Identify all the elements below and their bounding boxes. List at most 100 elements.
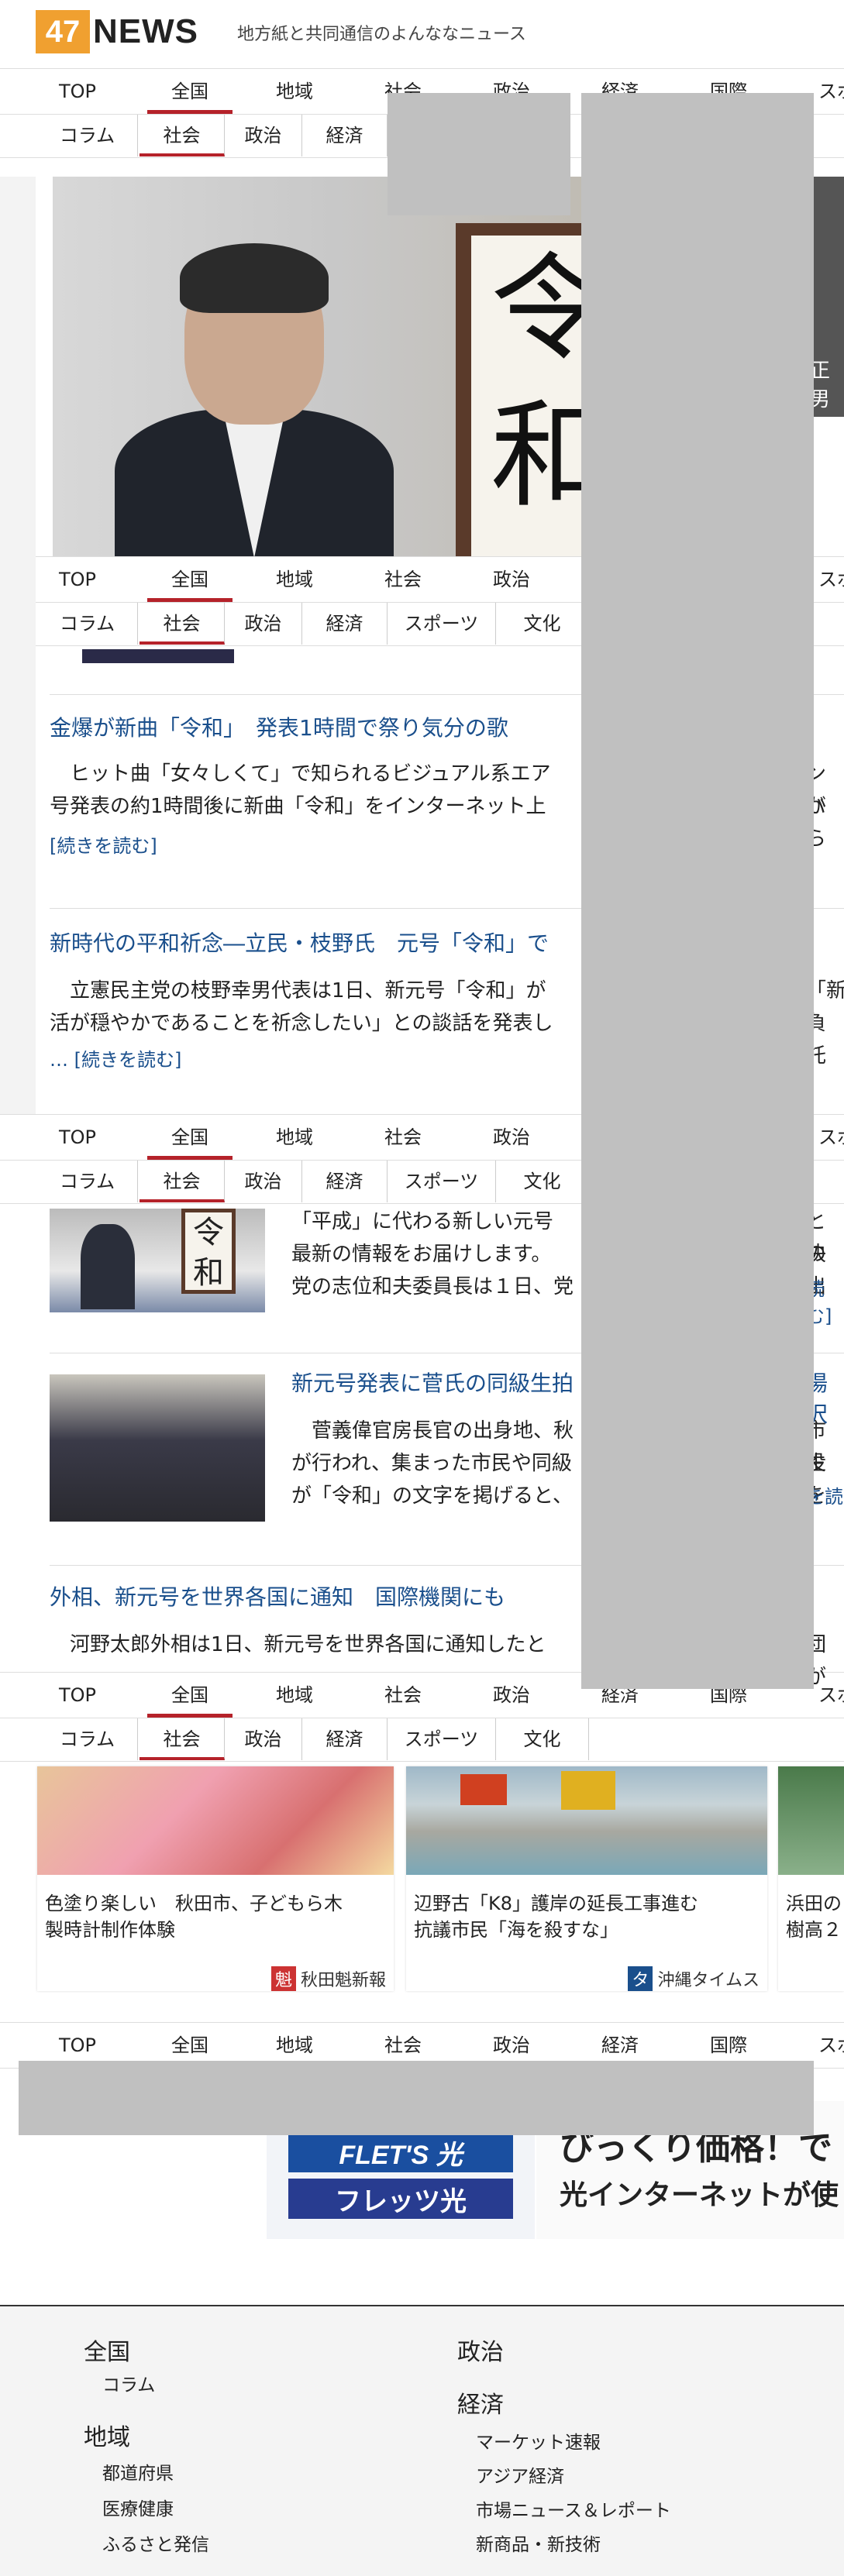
article-title[interactable]: 外相、新元号を世界各国に通知 国際機関にも [50,1580,505,1611]
nav-tab[interactable]: TOP [37,1115,118,1160]
subnav-tab[interactable]: スポーツ [388,1161,496,1202]
placeholder-block [581,93,814,1689]
nav-tab[interactable]: 地域 [256,1115,333,1160]
footer-link[interactable]: ふるさと発信 [102,2530,209,2556]
footer-link[interactable]: 市場ニュース＆レポート [476,2495,671,2522]
subnav-tab[interactable]: 経済 [302,1718,388,1760]
subnav-tab[interactable]: 社会 [140,603,225,645]
subnav-tab[interactable]: スポーツ [388,603,496,645]
nav-tab[interactable]: 地域 [256,1673,333,1718]
card-title: 色塗り楽しい 秋田市、子どもら木 製時計制作体験 [45,1893,343,1941]
article-body-line: 党の志位和夫委員長は１日、党 [291,1275,574,1298]
footer-heading[interactable]: 全国 [84,2333,130,2367]
subnav-tab[interactable]: 社会 [140,1161,225,1202]
article-body-line: が「令和」の文字を掲げると、 [291,1484,573,1508]
subnav-tab[interactable]: 政治 [225,603,302,645]
subnav-tab[interactable]: 文化 [496,1718,589,1760]
subnav-tab[interactable]: コラム [37,1718,138,1760]
person-figure [115,239,394,556]
article-title[interactable]: 金爆が新曲「令和」 発表1時間で祭り気分の歌 [50,711,508,742]
article-body-line: 菅義偉官房長官の出身地、秋 [291,1419,574,1443]
placeholder-block [388,93,570,215]
article-body-line: 活が穏やかであることを祈念したい」との談話を発表し [50,1012,553,1035]
flets-logo-button[interactable]: FLET'S 光 [288,2132,513,2172]
ad-subline: 光インターネットが使 [560,2179,839,2211]
nav-tab[interactable]: 政治 [473,1115,550,1160]
flets-kana-button[interactable]: フレッツ光 [288,2179,513,2219]
nav-tab[interactable]: 地域 [256,557,333,602]
subnav-tab[interactable]: 社会 [140,1718,225,1760]
nav-tab[interactable]: 全国 [147,1673,233,1718]
footer-link[interactable]: 都道府県 [102,2458,174,2485]
read-more-link[interactable]: … [続きを読む] [50,1044,181,1071]
regional-news-card[interactable]: 辺野古「K8」護岸の延長工事進む 抗議市民「海を殺すな」 タ 沖縄タイムス [406,1766,767,1991]
site-footer: 全国 コラム 地域 都道府県 医療健康 ふるさと発信 政治 経済 マーケット速報… [0,2305,844,2576]
newspaper-logo-icon: タ [628,1966,653,1991]
logo-number: 47 [36,10,90,53]
subnav-tab[interactable]: スポーツ [388,1718,496,1760]
hero-image[interactable]: 令 和 [53,177,618,556]
footer-heading[interactable]: 政治 [457,2333,504,2367]
subnav-tab[interactable]: 政治 [225,1161,302,1202]
nav-tab[interactable]: TOP [37,557,118,602]
nav-tab[interactable]: TOP [37,1673,118,1718]
footer-link[interactable]: コラム [102,2370,155,2396]
footer-link[interactable]: アジア経済 [476,2461,564,2488]
article-title[interactable]: 新元号発表に菅氏の同級生拍 [291,1367,574,1398]
logo[interactable]: 47 NEWS [36,9,198,54]
nav-tab[interactable]: 社会 [364,557,442,602]
article-body-line: 河野太郎外相は1日、新元号を世界各国に通知したと [50,1633,546,1656]
subnav-tab[interactable]: 文化 [496,1161,589,1202]
card-image [37,1766,394,1875]
nav-tab[interactable]: 政治 [473,1673,550,1718]
subnav-tab[interactable]: 経済 [302,115,388,156]
article-body-line: 立憲民主党の枝野幸男代表は1日、新元号「令和」が [50,979,546,1003]
article-body-line: 号発表の約1時間後に新曲「令和」をインターネット上 [50,795,546,818]
subnav-tab[interactable]: 文化 [496,603,589,645]
placeholder-block [19,2061,814,2135]
subnav-tab[interactable]: 経済 [302,1161,388,1202]
regional-news-card[interactable]: 浜田の 樹高２ [778,1766,844,1991]
footer-heading[interactable]: 経済 [457,2385,504,2420]
nav-tab[interactable]: 地域 [256,69,333,114]
subnav-tab[interactable]: 政治 [225,115,302,156]
newspaper-logo-icon: 魁 [270,1966,296,1991]
card-image [406,1766,767,1875]
footer-link[interactable]: マーケット速報 [476,2427,601,2454]
article-body-line: 「平成」に代わる新しい元号 [291,1210,554,1233]
card-source: タ 沖縄タイムス [628,1966,760,1991]
article-body-line: 最新の情報をお届けします。 [291,1243,552,1266]
card-title: 辺野古「K8」護岸の延長工事進む 抗議市民「海を殺すな」 [414,1893,699,1941]
nav-tab[interactable]: 社会 [364,1673,442,1718]
read-more-link[interactable]: [続きを読む] [50,831,157,858]
card-title: 浜田の 樹高２ [786,1893,842,1941]
footer-link[interactable]: 医療健康 [102,2494,174,2520]
nav-tab[interactable]: 政治 [473,557,550,602]
article-thumbnail[interactable]: 令和 [50,1209,265,1312]
card-image [778,1766,844,1875]
page-gutter [0,177,36,1114]
article-title[interactable]: 新時代の平和祈念―立民・枝野氏 元号「令和」で [50,927,549,958]
article-body-line: が行われ、集まった市民や同級 [291,1452,572,1475]
nav-tab[interactable]: 全国 [147,69,233,114]
subnav-tab[interactable]: コラム [37,603,138,645]
subnav-tab[interactable]: コラム [37,1161,138,1202]
subnav-tab[interactable]: 経済 [302,603,388,645]
nav-tab[interactable]: 全国 [147,557,233,602]
side-caption: 正男 [810,359,831,411]
footer-heading[interactable]: 地域 [84,2418,130,2452]
article-thumb-partial [82,649,234,663]
article-thumbnail[interactable] [50,1374,265,1522]
secondary-nav: コラム社会政治経済スポーツ文化 [0,1718,844,1762]
regional-news-card[interactable]: 色塗り楽しい 秋田市、子どもら木 製時計制作体験 魁 秋田魁新報 [37,1766,394,1991]
subnav-tab[interactable]: 政治 [225,1718,302,1760]
subnav-tab[interactable]: 社会 [140,115,225,156]
nav-tab[interactable]: TOP [37,69,118,114]
article-body-line: ヒット曲「女々しくて」で知られるビジュアル系エア [50,762,551,786]
card-source: 魁 秋田魁新報 [270,1966,386,1991]
nav-tab[interactable]: 全国 [147,1115,233,1160]
footer-link[interactable]: 新商品・新技術 [476,2530,601,2556]
tagline: 地方紙と共同通信のよんななニュース [237,25,526,44]
subnav-tab[interactable]: コラム [37,115,138,156]
nav-tab[interactable]: 社会 [364,1115,442,1160]
